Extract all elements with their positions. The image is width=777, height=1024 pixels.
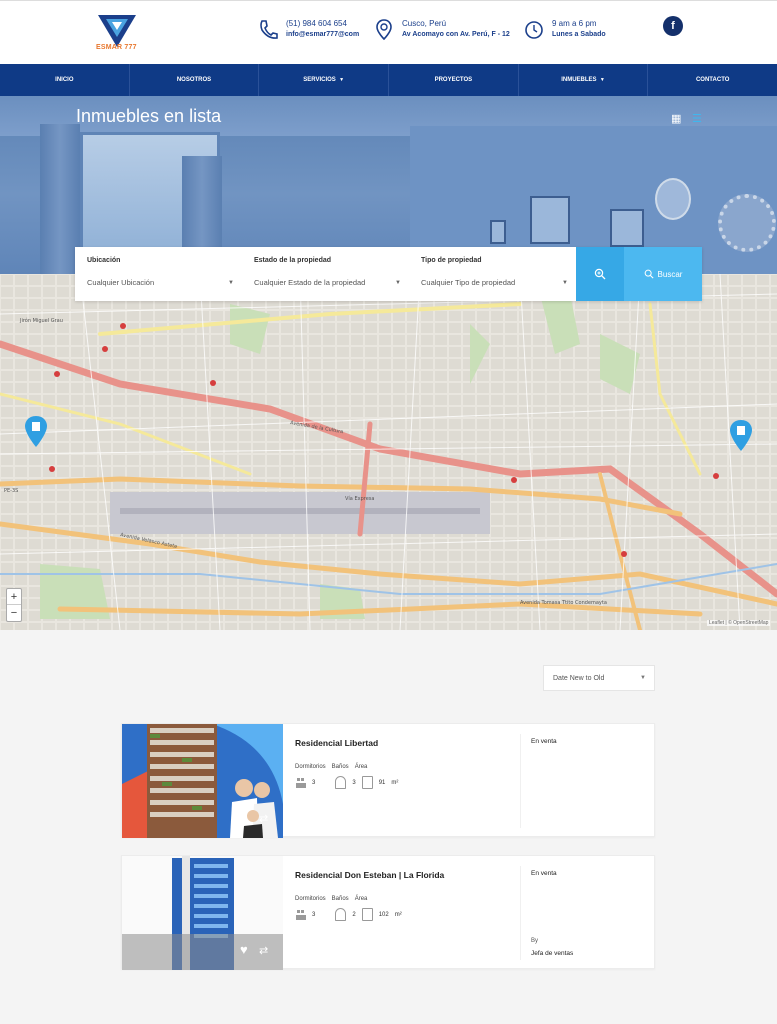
- favorite-icon[interactable]: ♥: [240, 810, 248, 825]
- chevron-down-icon: ▼: [599, 77, 605, 83]
- listing-details: Residencial Don Esteban | La Florida Dor…: [295, 870, 444, 921]
- page-title: Inmuebles en lista: [76, 106, 222, 126]
- bathrooms-label: Baños: [331, 896, 349, 902]
- zoom-out-button[interactable]: −: [7, 605, 21, 621]
- nav-item-nosotros[interactable]: Nosotros: [130, 64, 260, 96]
- nav-item-proyectos[interactable]: Proyectos: [389, 64, 519, 96]
- chevron-down-icon: ▼: [339, 77, 345, 83]
- bedrooms-label: Dormitorios: [295, 896, 326, 902]
- area-value: 91: [378, 779, 386, 786]
- contact-phone-block: (51) 984 604 654 info@esmar777@com: [258, 18, 359, 42]
- street-label: PE-3S: [4, 488, 18, 494]
- caret-down-icon: ▼: [395, 280, 401, 286]
- listing-card[interactable]: ♥ ⇄ Residencial Libertad Dormitorios Bañ…: [121, 723, 655, 838]
- search-button[interactable]: Buscar: [624, 247, 702, 301]
- nav-item-inicio[interactable]: Inicio: [0, 64, 130, 96]
- contact-hours-block: 9 am a 6 pm Lunes a Sabado: [524, 18, 606, 42]
- listing-details: Residencial Libertad Dormitorios Baños Á…: [295, 738, 398, 789]
- bedrooms-value: 3: [312, 911, 316, 918]
- caret-down-icon: ▼: [562, 280, 568, 286]
- contact-location-block: Cusco, Perú Av Acomayo con Av. Perú, F -…: [374, 18, 510, 42]
- area-value: 102: [378, 911, 389, 918]
- header-bar: ESMAR 777 (51) 984 604 654 info@esmar777…: [0, 0, 777, 64]
- status-select[interactable]: Estado de la propiedad Cualquier Estado …: [242, 247, 409, 301]
- facebook-icon[interactable]: f: [663, 16, 683, 36]
- bathrooms-label: Baños: [331, 764, 349, 770]
- listing-card[interactable]: ♥ ⇄ Residencial Don Esteban | La Florida…: [121, 855, 655, 970]
- area-label: Área: [354, 764, 368, 770]
- main-nav: Inicio Nosotros Servicios ▼ Proyectos In…: [0, 64, 777, 96]
- agent-name[interactable]: Jefa de ventas: [531, 950, 573, 957]
- map-zoom-control: + −: [6, 588, 22, 622]
- area-unit: m²: [394, 911, 402, 918]
- compare-icon[interactable]: ⇄: [259, 812, 268, 825]
- phone-icon: [260, 20, 278, 39]
- location-select[interactable]: Ubicación Cualquier Ubicación ▼: [75, 247, 242, 301]
- area-icon: [361, 908, 373, 921]
- bedrooms-value: 3: [312, 779, 316, 786]
- sort-select[interactable]: Date New to Old ▼: [543, 665, 655, 691]
- bathrooms-value: 2: [352, 911, 356, 918]
- brand-name: ESMAR 777: [96, 44, 137, 51]
- street-address: Av Acomayo con Av. Perú, F - 12: [402, 31, 510, 38]
- caret-down-icon: ▼: [640, 675, 646, 681]
- area-icon: [361, 776, 373, 789]
- phone-number[interactable]: (51) 984 604 654: [286, 18, 359, 29]
- nav-item-contacto[interactable]: Contacto: [648, 64, 777, 96]
- bath-icon: [335, 776, 347, 789]
- map-attribution[interactable]: Leaflet | © OpenStreetMap: [707, 620, 771, 626]
- list-view-icon[interactable]: ☰: [692, 112, 702, 125]
- nav-item-inmuebles[interactable]: Inmuebles ▼: [519, 64, 649, 96]
- bath-icon: [335, 908, 347, 921]
- status-badge: En venta: [531, 870, 557, 877]
- bed-icon: [295, 908, 306, 921]
- advanced-search-button[interactable]: [576, 247, 624, 301]
- listing-image[interactable]: ♥ ⇄: [122, 724, 283, 838]
- zoom-in-button[interactable]: +: [7, 589, 21, 605]
- listing-title[interactable]: Residencial Libertad: [295, 738, 398, 748]
- status-badge: En venta: [531, 738, 557, 745]
- listing-image[interactable]: ♥ ⇄: [122, 856, 283, 970]
- email-address[interactable]: info@esmar777@com: [286, 29, 359, 40]
- street-label: Avenida Tomasa Ttito Condemayta: [520, 600, 607, 606]
- search-icon: [644, 269, 654, 279]
- bedrooms-label: Dormitorios: [295, 764, 326, 770]
- days: Lunes a Sabado: [552, 31, 606, 38]
- area-unit: m²: [391, 779, 399, 786]
- location-pin-icon: [376, 19, 392, 41]
- zoom-search-icon: [594, 268, 606, 280]
- nav-item-servicios[interactable]: Servicios ▼: [259, 64, 390, 96]
- street-label: Jirón Miguel Grau: [19, 317, 63, 324]
- city: Cusco, Perú: [402, 19, 447, 28]
- bathrooms-value: 3: [352, 779, 356, 786]
- type-select[interactable]: Tipo de propiedad Cualquier Tipo de prop…: [409, 247, 576, 301]
- caret-down-icon: ▼: [228, 280, 234, 286]
- hours: 9 am a 6 pm: [552, 19, 597, 28]
- compare-icon[interactable]: ⇄: [259, 944, 268, 957]
- property-search-bar: Ubicación Cualquier Ubicación ▼ Estado d…: [75, 247, 702, 301]
- property-map[interactable]: Avenida de la Cultura Vía Expresa Avenid…: [0, 274, 777, 630]
- street-label: Vía Expresa: [345, 495, 374, 502]
- map-tiles: Avenida de la Cultura Vía Expresa Avenid…: [0, 274, 777, 630]
- agent-by-label: By: [531, 938, 539, 944]
- area-label: Área: [354, 896, 368, 902]
- grid-view-icon[interactable]: ▦: [671, 112, 681, 125]
- favorite-icon[interactable]: ♥: [240, 942, 248, 957]
- clock-icon: [525, 21, 543, 39]
- listing-title[interactable]: Residencial Don Esteban | La Florida: [295, 870, 444, 880]
- bed-icon: [295, 776, 306, 789]
